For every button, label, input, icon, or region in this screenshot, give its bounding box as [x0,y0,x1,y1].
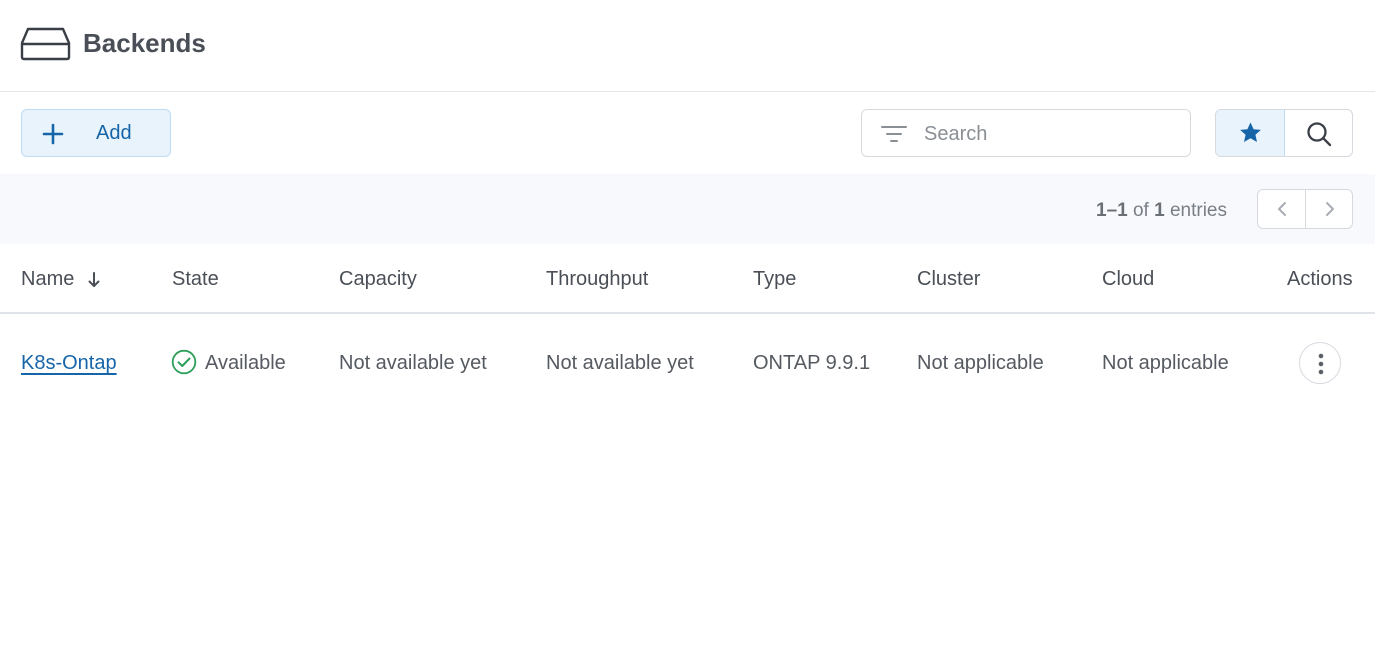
filter-icon [881,126,907,142]
favorites-toggle-button[interactable] [1216,110,1285,156]
column-header-actions: Actions [1287,268,1353,290]
column-header-cluster[interactable]: Cluster [917,268,980,291]
entries-label: entries [1164,200,1227,221]
column-header-throughput[interactable]: Throughput [546,268,648,291]
view-toggle-group [1215,109,1353,157]
type-value: ONTAP 9.9.1 [753,352,871,374]
toolbar: Add [0,92,1375,174]
table-row: K8s-Ontap Available Not available yet No… [0,314,1375,412]
cloud-value: Not applicable [1102,352,1229,374]
column-header-cloud[interactable]: Cloud [1102,268,1154,291]
row-actions-button[interactable] [1299,342,1341,384]
entries-range: 1–1 [1096,200,1128,221]
capacity-value: Not available yet [339,352,487,374]
search-box[interactable] [861,109,1191,157]
column-header-type[interactable]: Type [753,268,796,291]
hard-drive-icon [20,27,71,61]
page-title: Backends [83,28,206,58]
entries-total: 1 [1154,200,1165,221]
pager-buttons [1257,189,1353,229]
search-input[interactable] [924,119,1174,149]
plus-icon [42,123,64,145]
previous-page-button[interactable] [1258,190,1306,228]
next-page-button[interactable] [1306,190,1352,228]
search-toggle-button[interactable] [1285,110,1352,156]
state-value: Available [205,352,286,374]
column-header-name[interactable]: Name [21,268,74,291]
entries-count: 1–1 of 1 entries [1096,200,1227,222]
throughput-value: Not available yet [546,352,694,374]
table-header: Name State Capacity Throughput Type Clus… [0,244,1375,314]
entries-of: of [1127,200,1155,221]
page-header: Backends [0,0,1375,92]
add-button[interactable]: Add [21,109,171,157]
add-button-label: Add [96,122,132,144]
cluster-value: Not applicable [917,352,1044,374]
star-icon [1240,122,1261,142]
column-header-capacity[interactable]: Capacity [339,268,417,291]
check-circle-icon [171,349,197,375]
pagination-bar: 1–1 of 1 entries [0,174,1375,244]
column-header-state[interactable]: State [172,268,219,291]
backend-name-link[interactable]: K8s-Ontap [21,352,117,375]
chevron-right-icon [1326,202,1334,216]
more-vertical-icon [1318,353,1324,375]
sort-descending-icon[interactable] [88,272,100,288]
chevron-left-icon [1278,202,1286,216]
search-icon [1307,122,1332,147]
